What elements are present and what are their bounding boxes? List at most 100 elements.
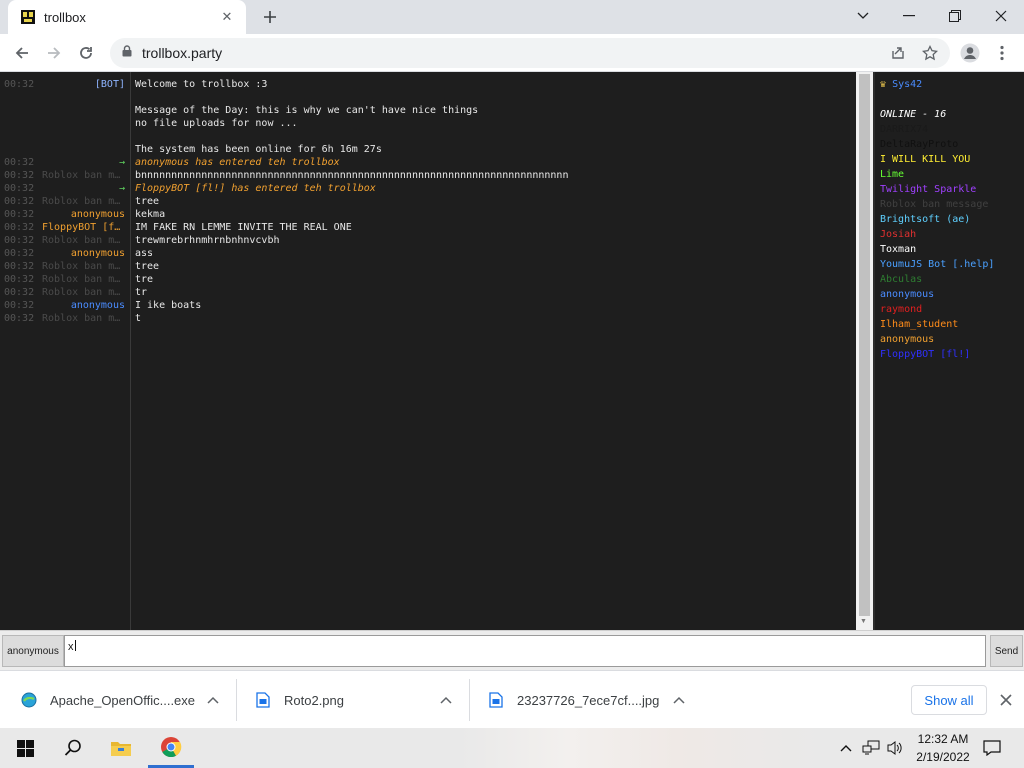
message-text: kekma [135,209,166,220]
restore-icon[interactable] [932,0,978,32]
download-separator [469,679,470,721]
share-icon[interactable] [884,38,912,68]
chat-scrollbar[interactable]: ▼ [856,72,873,630]
online-user[interactable]: YoumuJS Bot [.help] [880,259,994,273]
file-explorer-icon[interactable] [98,728,144,768]
tray-chevron-up-icon[interactable] [836,728,856,768]
message-text: tree [135,196,160,207]
close-window-icon[interactable] [978,0,1024,32]
online-user[interactable]: Ilham_student [880,319,958,333]
tab-trollbox[interactable]: trollbox ✕ [8,0,246,34]
tab-close-icon[interactable]: ✕ [218,8,236,26]
download-options-chevron-icon[interactable] [201,679,225,721]
owner-name[interactable]: Sys42 [892,79,922,90]
nickname-button[interactable]: anonymous [2,635,64,667]
chat-message: 00:32 anonymous kekma [0,209,856,222]
download-name: Roto2.png [284,692,344,708]
message-nick[interactable]: Roblox ban m... [42,287,125,298]
download-item-roto2[interactable]: Roto2.png [254,679,344,721]
message-text: t [135,313,142,324]
chrome-taskbar-icon[interactable] [148,728,194,768]
reload-icon[interactable] [72,39,100,67]
lock-icon [122,44,132,62]
message-time: 00:32 [4,235,35,246]
text-cursor [74,640,76,651]
image-file-icon [254,691,272,709]
download-item-openoffice[interactable]: Apache_OpenOffic....exe [20,679,195,721]
online-user[interactable]: I WILL KILL YOU [880,154,970,168]
chat-message: 00:32 Roblox ban m... trewmrebrhnmhrnbnhnv… [0,235,856,248]
forward-arrow-icon[interactable] [40,39,68,67]
online-user[interactable]: Brightsoft (ae) [880,214,970,228]
message-input[interactable]: x [64,635,986,667]
minimize-icon[interactable] [886,0,932,32]
taskbar-clock[interactable]: 12:32 AM 2/19/2022 [908,730,978,766]
message-nick[interactable]: anonymous [42,248,125,259]
chat-message: 00:32 Roblox ban m... tr [0,287,856,300]
message-nick[interactable]: → [42,157,125,168]
online-user[interactable]: Josiah [880,229,916,243]
volume-icon[interactable] [884,728,906,768]
back-arrow-icon[interactable] [8,39,36,67]
network-icon[interactable] [860,728,882,768]
message-nick[interactable]: anonymous [42,300,125,311]
online-user[interactable]: Toxman [880,244,916,258]
browser-toolbar: trollbox.party [0,34,1024,72]
chat-message: 00:32 [BOT] Welcome to trollbox :3 [0,79,856,92]
trollbox-favicon-icon [20,9,36,25]
online-user[interactable]: anonymous [880,289,934,303]
scrollbar-thumb[interactable] [859,74,870,616]
online-user[interactable]: Lime [880,169,904,183]
message-nick[interactable]: FloppyBOT [fl... [42,222,125,233]
online-count: ONLINE - 16 [880,109,947,120]
notifications-icon[interactable] [980,728,1004,768]
address-bar[interactable]: trollbox.party [110,38,950,68]
message-nick[interactable]: Roblox ban m... [42,170,125,181]
online-user[interactable]: FloppyBOT [fl!] [880,349,970,363]
message-text: trewmrebrhnmhrnbnhnvcvbh [135,235,280,246]
scroll-down-arrow-icon[interactable]: ▼ [860,618,867,625]
bookmark-star-icon[interactable] [916,38,944,68]
message-nick[interactable]: [BOT] [42,79,125,90]
online-user[interactable]: DARRIX74 [880,124,928,138]
tab-search-chevron-icon[interactable] [840,0,886,32]
message-time: 00:32 [4,287,35,298]
send-button[interactable]: Send [990,635,1023,667]
message-text: bnnnnnnnnnnnnnnnnnnnnnnnnnnnnnnnnnnnnnnn… [135,170,569,181]
download-options-chevron-icon[interactable] [434,679,458,721]
downloads-bar: Apache_OpenOffic....exe Roto2.png 232377… [0,670,1024,728]
image-file-icon [487,691,505,709]
message-text: I ike boats [135,300,202,311]
download-name: Apache_OpenOffic....exe [50,692,196,708]
online-user[interactable]: Abculas [880,274,922,288]
online-user[interactable]: Roblox ban message [880,199,988,213]
chat-message [0,131,856,144]
online-user[interactable]: raymond [880,304,922,318]
new-tab-icon[interactable] [258,6,282,28]
close-downloads-icon[interactable] [994,687,1018,713]
message-nick[interactable]: Roblox ban m... [42,196,125,207]
search-icon[interactable] [50,728,96,768]
message-nick[interactable]: Roblox ban m... [42,235,125,246]
message-text: Message of the Day: this is why we can't… [135,105,479,116]
message-time: 00:32 [4,300,35,311]
chat-message: 00:32 Roblox ban m... tre [0,274,856,287]
show-all-downloads-button[interactable]: Show all [911,685,987,715]
download-options-chevron-icon[interactable] [667,679,691,721]
browser-menu-icon[interactable] [988,38,1016,68]
chat-log[interactable]: 00:32 [BOT] Welcome to trollbox :3 Message … [0,72,856,630]
profile-avatar-icon[interactable] [956,38,984,68]
online-user[interactable]: anonymous [880,334,934,348]
message-nick[interactable]: → [42,183,125,194]
online-user[interactable]: DeltaRayProto [880,139,958,153]
message-nick[interactable]: Roblox ban m... [42,261,125,272]
message-nick[interactable]: Roblox ban m... [42,313,125,324]
download-item-jpg[interactable]: 23237726_7ece7cf....jpg [487,679,659,721]
message-nick[interactable]: Roblox ban m... [42,274,125,285]
chat-message: 00:32 Roblox ban m... tree [0,196,856,209]
chat-message: The system has been online for 6h 16m 27… [0,144,856,157]
online-user[interactable]: Twilight Sparkle [880,184,976,198]
message-nick[interactable]: anonymous [42,209,125,220]
windows-start-icon[interactable] [2,728,48,768]
tab-title: trollbox [44,9,86,25]
